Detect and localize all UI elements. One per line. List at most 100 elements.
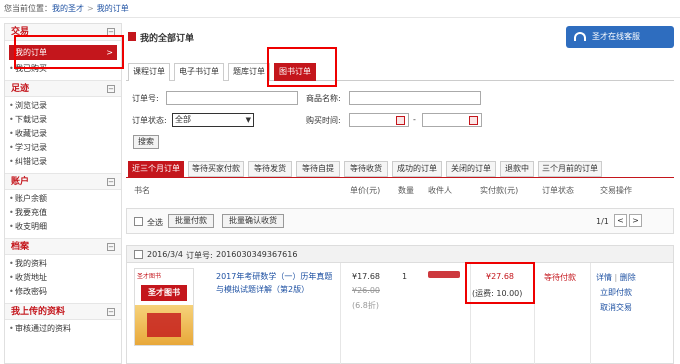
highlight-box-paid bbox=[465, 262, 535, 304]
chevron-down-icon: ▼ bbox=[245, 116, 251, 124]
collapse-icon[interactable]: − bbox=[107, 308, 115, 316]
order-no-label: 订单号: bbox=[132, 94, 159, 103]
calendar-icon[interactable] bbox=[396, 116, 405, 125]
book-title-link[interactable]: 2017年考研数学（一）历年真题与模拟试题详解（第2版） bbox=[216, 270, 336, 296]
status-select[interactable]: 全部 ▼ bbox=[172, 113, 254, 127]
tab-awaiting-pickup[interactable]: 等待自提 bbox=[296, 161, 340, 177]
column-header-book-name: 书名 bbox=[134, 186, 150, 195]
breadcrumb: 您当前位置：我的圣才 > 我的订单 bbox=[4, 3, 129, 14]
prev-page-button[interactable]: < bbox=[614, 214, 627, 227]
sidebar-section-title: 我上传的资料 bbox=[11, 307, 66, 317]
cell-divider bbox=[590, 263, 591, 364]
action-separator: | bbox=[614, 273, 618, 282]
quantity: 1 bbox=[402, 272, 408, 281]
order-tabs-baseline bbox=[126, 177, 674, 178]
sidebar-item-favorites[interactable]: 收藏记录 bbox=[5, 127, 121, 141]
column-header-order-status: 订单状态 bbox=[542, 186, 574, 195]
order-number: 2016030349367616 bbox=[216, 250, 298, 259]
collapse-icon[interactable]: − bbox=[107, 178, 115, 186]
search-button[interactable]: 搜索 bbox=[133, 135, 159, 149]
tab-successful-orders[interactable]: 成功的订单 bbox=[392, 161, 442, 177]
status-label: 订单状态: bbox=[132, 116, 167, 125]
breadcrumb-home-link[interactable]: 我的圣才 bbox=[52, 4, 84, 13]
calendar-icon[interactable] bbox=[469, 116, 478, 125]
page-indicator: 1/1 bbox=[596, 217, 609, 226]
order-detail-link[interactable]: 详情 bbox=[596, 273, 612, 282]
start-date-input[interactable] bbox=[349, 113, 409, 127]
status-select-value: 全部 bbox=[175, 115, 191, 124]
cancel-order-link[interactable]: 取消交易 bbox=[600, 302, 632, 313]
breadcrumb-prefix: 您当前位置： bbox=[4, 4, 52, 13]
sidebar-item-address[interactable]: 收货地址 bbox=[5, 271, 121, 285]
buy-time-label: 购买时间: bbox=[306, 116, 341, 125]
collapse-icon[interactable]: − bbox=[107, 85, 115, 93]
order-actions-row: 详情 | 删除 bbox=[596, 272, 636, 283]
sidebar-item-password[interactable]: 修改密码 bbox=[5, 285, 121, 299]
batch-pay-button[interactable]: 批量付款 bbox=[168, 214, 214, 228]
date-range-separator: - bbox=[413, 115, 416, 124]
sidebar-section-profile[interactable]: 档案 − bbox=[5, 238, 121, 255]
book-cover-logo: 圣才图书 bbox=[137, 273, 162, 280]
sidebar-section-title: 账户 bbox=[11, 177, 30, 187]
tab-ebook-orders[interactable]: 电子书订单 bbox=[174, 63, 224, 81]
sidebar-item-transactions[interactable]: 收支明细 bbox=[5, 220, 121, 234]
order-checkbox[interactable] bbox=[134, 250, 143, 259]
title-marker bbox=[128, 32, 136, 41]
sidebar-item-study-history[interactable]: 学习记录 bbox=[5, 141, 121, 155]
column-header-paid: 实付款(元) bbox=[480, 186, 519, 195]
sidebar-section-account[interactable]: 账户 − bbox=[5, 173, 121, 190]
sidebar-section-uploads[interactable]: 我上传的资料 − bbox=[5, 303, 121, 320]
order-status: 等待付款 bbox=[544, 273, 576, 282]
order-date: 2016/3/4 bbox=[147, 250, 183, 259]
book-cover-image[interactable]: 圣才图书 圣才图书 bbox=[134, 268, 194, 346]
sidebar-item-download-history[interactable]: 下载记录 bbox=[5, 113, 121, 127]
sidebar-item-corrections[interactable]: 纠错记录 bbox=[5, 155, 121, 169]
pay-now-link[interactable]: 立即付款 bbox=[600, 287, 632, 298]
sidebar-item-recharge[interactable]: 我要充值 bbox=[5, 206, 121, 220]
recipient-redacted bbox=[428, 271, 460, 278]
column-header-quantity: 数量 bbox=[398, 186, 414, 195]
online-service-button[interactable]: 圣才在线客服 bbox=[566, 26, 674, 48]
tab-closed-orders[interactable]: 关闭的订单 bbox=[446, 161, 496, 177]
sidebar-section-footprint[interactable]: 足迹 − bbox=[5, 80, 121, 97]
sidebar-section-title: 足迹 bbox=[11, 84, 30, 94]
headset-icon bbox=[574, 32, 586, 41]
column-header-unit-price: 单价(元) bbox=[350, 186, 381, 195]
tab-course-orders[interactable]: 课程订单 bbox=[128, 63, 170, 81]
tab-awaiting-payment[interactable]: 等待买家付款 bbox=[188, 161, 244, 177]
product-name-input[interactable] bbox=[349, 91, 481, 105]
order-number-label: 订单号: bbox=[186, 251, 213, 260]
highlight-box-sidebar bbox=[14, 35, 124, 69]
sidebar-item-balance[interactable]: 账户余额 bbox=[5, 192, 121, 206]
page-title: 我的全部订单 bbox=[140, 34, 195, 44]
highlight-box-book-tab bbox=[267, 47, 337, 87]
breadcrumb-current-link[interactable]: 我的订单 bbox=[97, 4, 129, 13]
column-header-actions: 交易操作 bbox=[600, 186, 632, 195]
sidebar-item-approved-uploads[interactable]: 审核通过的资料 bbox=[5, 322, 121, 336]
end-date-input[interactable] bbox=[422, 113, 482, 127]
tab-question-bank-orders[interactable]: 题库订单 bbox=[228, 63, 270, 81]
tab-awaiting-receipt[interactable]: 等待收货 bbox=[344, 161, 388, 177]
unit-price: ¥17.68 bbox=[352, 272, 380, 281]
order-delete-link[interactable]: 删除 bbox=[620, 273, 636, 282]
sidebar-item-browse-history[interactable]: 浏览记录 bbox=[5, 99, 121, 113]
batch-confirm-receipt-button[interactable]: 批量确认收货 bbox=[222, 214, 284, 228]
sidebar-section-title: 档案 bbox=[11, 242, 30, 252]
product-name-label: 商品名称: bbox=[306, 94, 341, 103]
order-no-input[interactable] bbox=[166, 91, 298, 105]
book-cover-title: 圣才图书 bbox=[141, 285, 187, 301]
collapse-icon[interactable]: − bbox=[107, 243, 115, 251]
select-all-label: 全选 bbox=[147, 218, 163, 227]
top-divider bbox=[0, 17, 680, 18]
next-page-button[interactable]: > bbox=[629, 214, 642, 227]
tab-awaiting-shipment[interactable]: 等待发货 bbox=[248, 161, 292, 177]
tab-refunding[interactable]: 退款中 bbox=[500, 161, 534, 177]
discount-label: (6.8折) bbox=[352, 301, 379, 310]
cell-divider bbox=[340, 263, 341, 364]
tab-older-orders[interactable]: 三个月前的订单 bbox=[538, 161, 602, 177]
breadcrumb-separator: > bbox=[87, 4, 94, 13]
online-service-label: 圣才在线客服 bbox=[592, 32, 640, 41]
select-all-checkbox[interactable] bbox=[134, 217, 143, 226]
sidebar-item-my-info[interactable]: 我的资料 bbox=[5, 257, 121, 271]
tab-last-three-months[interactable]: 近三个月订单 bbox=[128, 161, 184, 177]
